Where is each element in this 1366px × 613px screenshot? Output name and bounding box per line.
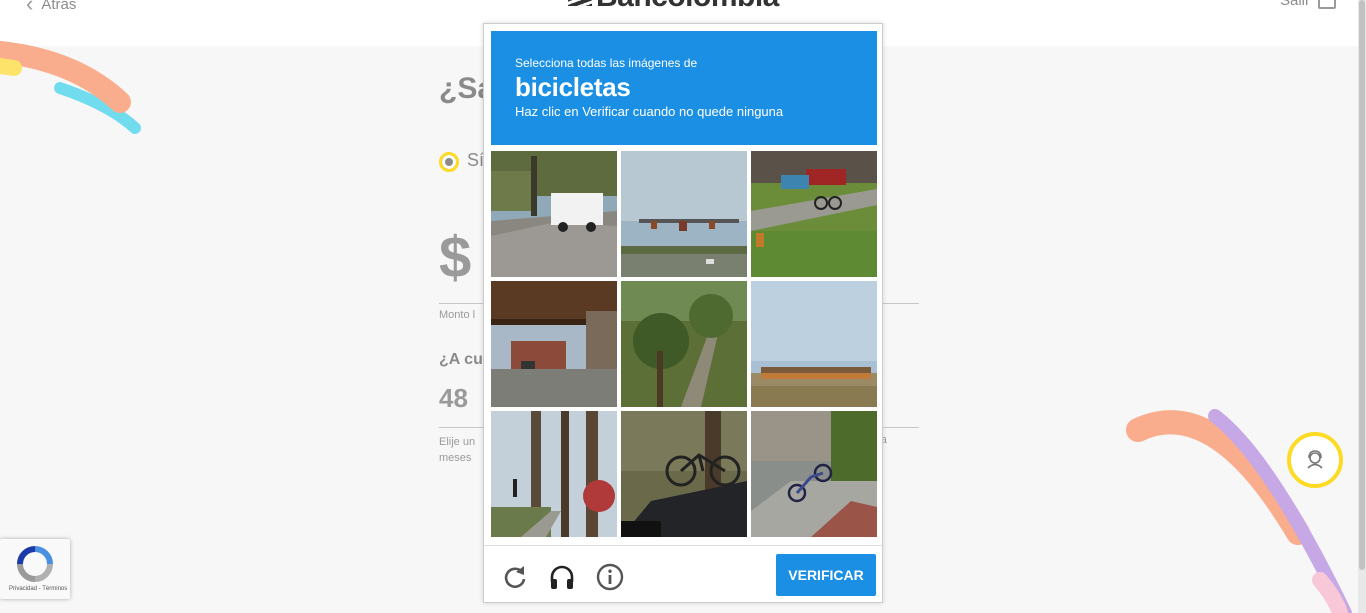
captcha-tile-8[interactable] [621, 411, 747, 537]
bicycle-on-sidewalk-image [751, 411, 877, 537]
exit-link[interactable]: Salir [1280, 0, 1337, 9]
gas-station-image [751, 281, 877, 407]
captcha-dialog: Selecciona todas las imágenes de bicicle… [483, 23, 883, 603]
info-icon[interactable] [595, 562, 625, 592]
underpass-street-image [491, 281, 617, 407]
captcha-keyword: bicicletas [515, 72, 631, 102]
radio-yes-label: Sí [467, 150, 485, 170]
captcha-tile-5[interactable] [621, 281, 747, 407]
recaptcha-badge[interactable]: Privacidad - Términos [0, 539, 70, 599]
bicycle-by-tree-image [621, 411, 747, 537]
brand-logo-icon [568, 0, 592, 7]
captcha-tile-2[interactable] [621, 151, 747, 277]
brand-name: Bancolombia [596, 0, 779, 13]
term-value[interactable]: 48 [439, 383, 468, 414]
captcha-subtext: Haz clic en Verificar cuando no quede ni… [515, 104, 784, 119]
exit-label: Salir [1280, 0, 1311, 9]
headphones-icon[interactable] [547, 562, 577, 592]
recaptcha-logo-icon [17, 546, 53, 582]
back-label: Atrás [41, 0, 77, 13]
captcha-tile-7[interactable] [491, 411, 617, 537]
decorative-arc-left [0, 41, 141, 134]
radio-yes[interactable] [439, 152, 459, 172]
palm-trees-path-image [621, 281, 747, 407]
amount-help: Monto l [439, 309, 476, 321]
captcha-tile-6[interactable] [751, 281, 877, 407]
captcha-tile-1[interactable] [491, 151, 617, 277]
scrollbar[interactable] [1358, 0, 1366, 613]
captcha-footer-divider [484, 545, 882, 546]
brand-logo: Bancolombia [568, 0, 779, 14]
recaptcha-links[interactable]: Privacidad - Términos [9, 586, 67, 592]
street-with-rv-image [491, 151, 617, 277]
scrollbar-thumb[interactable] [1359, 0, 1365, 570]
captcha-tile-9[interactable] [751, 411, 877, 537]
chevron-left-icon: ‹ [26, 0, 34, 16]
exit-icon [1318, 0, 1337, 9]
lawn-with-bicycle-image [751, 151, 877, 277]
decorative-arc-right [1126, 409, 1352, 613]
verify-button[interactable]: VERIFICAR [776, 554, 876, 596]
captcha-instruction: Selecciona todas las imágenes de [515, 56, 698, 70]
back-link[interactable]: ‹ Atrás [26, 0, 76, 17]
term-help-left: Elije un meses [439, 436, 476, 464]
traffic-lights-image [621, 151, 747, 277]
virtual-assistant-button[interactable] [1287, 432, 1343, 488]
captcha-tile-4[interactable] [491, 281, 617, 407]
captcha-header: Selecciona todas las imágenes de bicicle… [491, 31, 877, 145]
captcha-tile-3[interactable] [751, 151, 877, 277]
trees-street-image [491, 411, 617, 537]
assistant-icon [1307, 450, 1323, 469]
reload-icon[interactable] [500, 562, 530, 592]
